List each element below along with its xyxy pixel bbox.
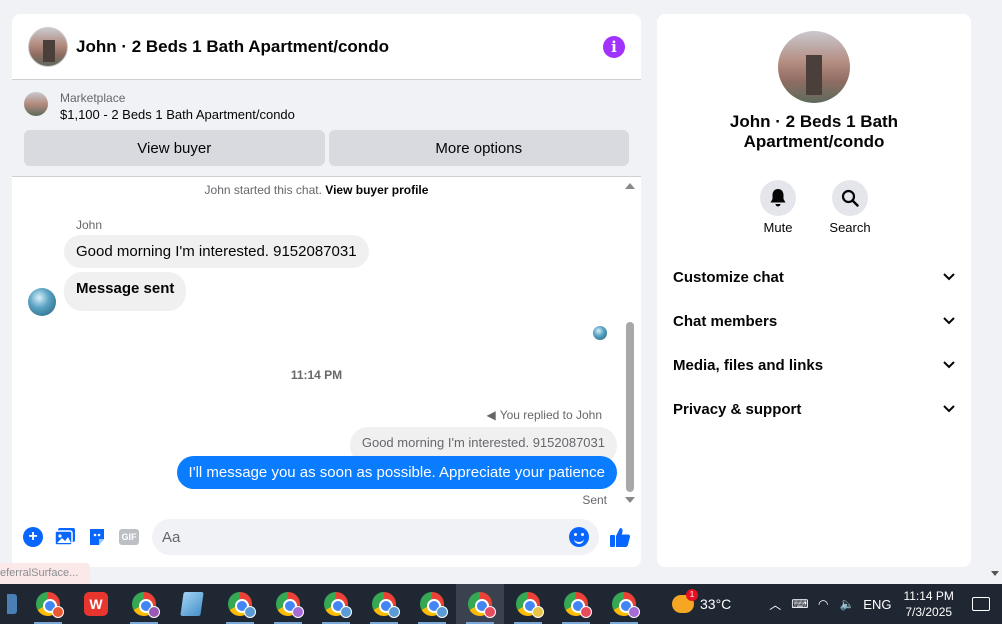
section-label: Chat members [673,312,778,330]
chat-start-note: John started this chat. View buyer profi… [12,183,621,197]
notepad-icon[interactable] [168,584,216,624]
section-label: Customize chat [673,268,784,286]
sender-name: John [76,218,103,232]
chevron-down-icon [943,273,955,281]
emoji-icon[interactable] [569,527,589,547]
message-timestamp: 11:14 PM [290,368,343,382]
replied-label: You replied to John [499,408,602,422]
message-input[interactable] [162,528,569,546]
chevron-down-icon [943,317,955,325]
chrome-profile-icon[interactable] [216,584,264,624]
chrome-profile-icon[interactable] [600,584,648,624]
input-method-icon[interactable]: ⌨ [791,597,808,611]
listing-thumbnail [24,92,48,116]
chat-header: John · 2 Beds 1 Bath Apartment/condo i [12,14,641,80]
incoming-message[interactable]: Good morning I'm interested. 9152087031 [64,235,369,268]
view-buyer-profile-link[interactable]: View buyer profile [325,183,428,197]
like-thumbs-up-icon[interactable] [607,524,633,550]
search-action[interactable]: Search [829,180,871,235]
chat-panel: John · 2 Beds 1 Bath Apartment/condo i M… [12,14,641,567]
listing-title[interactable]: $1,100 - 2 Beds 1 Bath Apartment/condo [60,106,295,124]
language-indicator[interactable]: ENG [863,597,891,612]
search-icon[interactable] [832,180,868,216]
mute-action[interactable]: Mute [760,180,796,235]
status-tooltip: eferralSurface... [0,563,90,585]
chrome-profile-icon[interactable] [312,584,360,624]
taskbar: W 1 33°C ︿ ⌨ ◠ 🔈 ENG 11:14 PM 7/3/2025 [0,584,1002,624]
chrome-profile-icon[interactable] [24,584,72,624]
photo-icon[interactable] [52,524,78,550]
bell-icon[interactable] [760,180,796,216]
info-sections: Customize chat Chat members Media, files… [657,255,971,431]
taskbar-app-icon[interactable] [0,584,24,624]
chrome-profile-icon[interactable] [408,584,456,624]
outgoing-message[interactable]: I'll message you as soon as possible. Ap… [176,456,617,489]
chrome-profile-icon-active[interactable] [456,584,504,624]
scroll-down-arrow-icon[interactable] [625,497,635,503]
gif-icon[interactable]: GIF [116,524,142,550]
chrome-profile-icon[interactable] [120,584,168,624]
wifi-icon[interactable]: ◠ [815,597,831,611]
page-scroll-down-arrow-icon[interactable] [991,571,999,576]
reply-context: ◀ You replied to John [486,408,602,422]
quick-actions: Mute Search [657,180,971,235]
chat-start-text: John started this chat. [204,183,322,197]
chevron-down-icon [943,361,955,369]
marketplace-label: Marketplace [60,91,126,105]
message-list[interactable]: John started this chat. View buyer profi… [12,177,641,507]
section-label: Privacy & support [673,400,802,418]
clock[interactable]: 11:14 PM 7/3/2025 [903,588,953,620]
clock-date: 7/3/2025 [905,605,953,619]
chevron-down-icon [943,405,955,413]
gif-label: GIF [119,529,139,545]
chevron-up-icon[interactable]: ︿ [767,596,783,613]
volume-icon[interactable]: 🔈 [839,597,855,611]
chat-title[interactable]: John · 2 Beds 1 Bath Apartment/condo [76,37,603,57]
section-label: Media, files and links [673,356,824,374]
section-privacy-support[interactable]: Privacy & support [657,387,971,431]
chat-avatar[interactable] [28,26,68,67]
weather-widget[interactable]: 1 33°C [672,589,732,613]
weather-badge: 1 [686,589,698,601]
scroll-up-arrow-icon[interactable] [625,183,635,189]
clock-time: 11:14 PM [903,589,954,603]
view-buyer-button[interactable]: View buyer [24,130,325,166]
wps-office-icon[interactable]: W [72,584,120,624]
conversation-avatar[interactable] [778,31,850,103]
chrome-profile-icon[interactable] [360,584,408,624]
conversation-name: John · 2 Beds 1 Bath Apartment/condo [729,112,899,151]
notification-icon[interactable] [971,597,990,611]
section-media-files-links[interactable]: Media, files and links [657,343,971,387]
scroll-thumb[interactable] [626,322,634,492]
add-attachment-icon[interactable]: + [20,524,46,550]
chrome-profile-icon[interactable] [504,584,552,624]
sticker-icon[interactable] [84,524,110,550]
chrome-profile-icon[interactable] [264,584,312,624]
section-customize-chat[interactable]: Customize chat [657,255,971,299]
message-scrollbar[interactable] [625,181,635,503]
sent-status: Sent [582,493,607,507]
composer: + GIF [12,507,641,567]
sender-avatar[interactable] [28,288,56,316]
marketplace-banner: Marketplace $1,100 - 2 Beds 1 Bath Apart… [12,80,641,177]
search-label: Search [829,220,871,235]
reply-arrow-icon: ◀ [486,408,496,422]
mute-label: Mute [763,220,793,235]
section-chat-members[interactable]: Chat members [657,299,971,343]
more-options-button[interactable]: More options [328,130,629,166]
info-icon[interactable]: i [603,35,625,58]
temperature: 33°C [700,596,732,612]
weather-icon: 1 [672,589,698,613]
incoming-message[interactable]: Message sent [64,272,187,311]
chrome-profile-icon[interactable] [552,584,600,624]
message-input-wrapper [152,519,599,555]
conversation-info-panel: John · 2 Beds 1 Bath Apartment/condo Mut… [657,14,971,567]
seen-indicator [593,326,607,340]
system-tray: ︿ ⌨ ◠ 🔈 ENG [767,596,891,613]
